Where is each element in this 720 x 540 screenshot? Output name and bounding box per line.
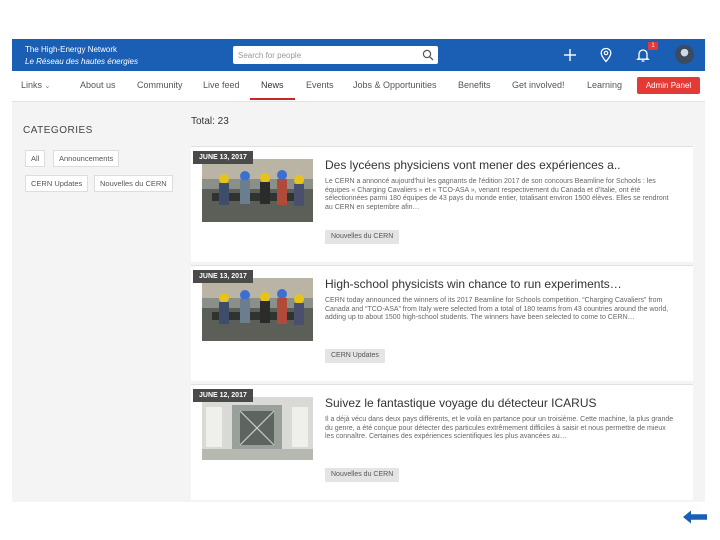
search-input[interactable] <box>238 48 418 62</box>
article-card[interactable]: JUNE 13, 2017 Des lycéens physiciens von… <box>191 146 693 262</box>
category-chip-cern-updates[interactable]: CERN Updates <box>25 175 89 192</box>
article-tag[interactable]: CERN Updates <box>325 349 385 363</box>
search-box <box>233 46 438 64</box>
article-thumbnail[interactable] <box>202 397 313 460</box>
top-bar: The High-Energy Network Le Réseau des ha… <box>12 39 705 71</box>
nav-item-learning[interactable]: Learning <box>587 80 622 90</box>
notification-badge: 1 <box>648 42 658 50</box>
article-date: JUNE 13, 2017 <box>193 151 253 164</box>
nav-item-benefits[interactable]: Benefits <box>458 80 491 90</box>
app-window: The High-Energy Network Le Réseau des ha… <box>12 39 705 502</box>
total-count: Total: 23 <box>191 116 229 127</box>
user-avatar[interactable] <box>675 45 694 64</box>
article-date: JUNE 12, 2017 <box>193 389 253 402</box>
article-card[interactable]: JUNE 13, 2017 High-school physicists win… <box>191 265 693 381</box>
category-chip-nouvelles-du-cern[interactable]: Nouvelles du CERN <box>94 175 173 192</box>
article-excerpt: Il a déjà vécu dans deux pays différents… <box>325 416 674 441</box>
active-tab-indicator <box>250 98 295 100</box>
back-arrow-icon[interactable] <box>682 509 708 525</box>
categories-title: CATEGORIES <box>23 125 93 136</box>
nav-item-events[interactable]: Events <box>306 80 334 90</box>
admin-panel-button[interactable]: Admin Panel <box>637 77 700 94</box>
category-chip-all[interactable]: All <box>25 150 46 167</box>
article-excerpt: CERN today announced the winners of its … <box>325 297 669 322</box>
brand-name-fr: Le Réseau des hautes énergies <box>25 57 138 66</box>
article-title[interactable]: Des lycéens physiciens vont mener des ex… <box>325 158 685 172</box>
main-nav: Links ⌄ About us Community Live feed New… <box>12 71 705 102</box>
article-tag[interactable]: Nouvelles du CERN <box>325 230 400 244</box>
article-excerpt: Le CERN a annoncé aujourd'hui les gagnan… <box>325 178 669 211</box>
chevron-down-icon: ⌄ <box>44 83 51 90</box>
brand-name-en: The High-Energy Network <box>25 45 118 54</box>
plus-icon[interactable] <box>562 47 578 63</box>
article-card[interactable]: JUNE 12, 2017 Suivez le fantastique voya… <box>191 384 693 500</box>
nav-item-community[interactable]: Community <box>137 80 183 90</box>
nav-item-about-us[interactable]: About us <box>80 80 116 90</box>
article-thumbnail[interactable] <box>202 278 313 341</box>
nav-item-news[interactable]: News <box>261 80 284 90</box>
search-icon[interactable] <box>422 49 434 61</box>
nav-item-jobs[interactable]: Jobs & Opportunities <box>353 80 437 90</box>
nav-item-live-feed[interactable]: Live feed <box>203 80 240 90</box>
article-title[interactable]: Suivez le fantastique voyage du détecteu… <box>325 396 685 410</box>
category-chip-announcements[interactable]: Announcements <box>53 150 120 167</box>
nav-item-get-involved[interactable]: Get involved! <box>512 80 565 90</box>
brand-logo[interactable]: The High-Energy Network Le Réseau des ha… <box>25 44 138 68</box>
article-date: JUNE 13, 2017 <box>193 270 253 283</box>
article-title[interactable]: High-school physicists win chance to run… <box>325 277 685 291</box>
article-tag[interactable]: Nouvelles du CERN <box>325 468 400 482</box>
nav-item-links[interactable]: Links ⌄ <box>21 80 50 90</box>
article-thumbnail[interactable] <box>202 159 313 222</box>
location-pin-icon[interactable] <box>598 47 614 63</box>
